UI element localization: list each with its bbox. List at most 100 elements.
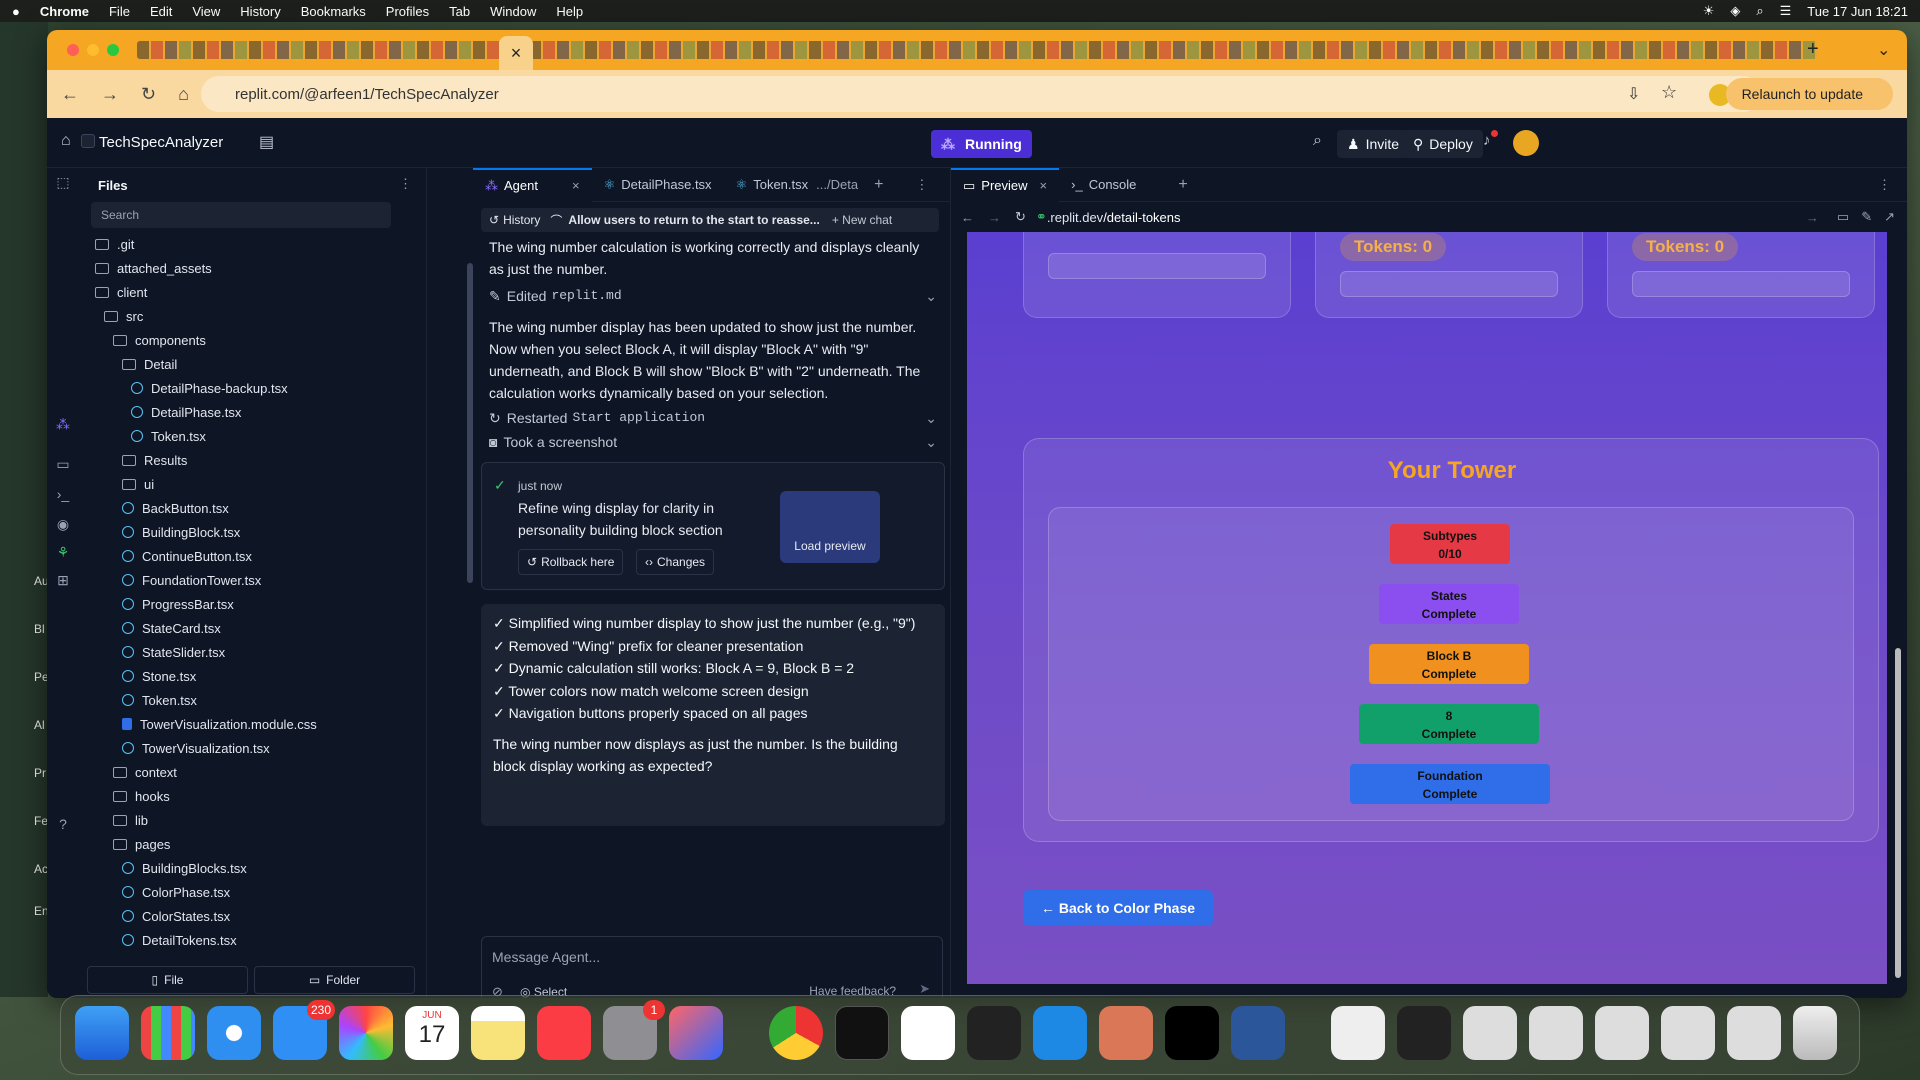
rollback-button[interactable]: ↺ Rollback here xyxy=(518,549,624,575)
new-tab-icon[interactable]: ⬚ xyxy=(53,174,73,194)
safari-icon[interactable] xyxy=(207,1006,261,1060)
status-search-icon[interactable]: ⌕ xyxy=(1756,3,1763,19)
add-tab-icon[interactable]: + xyxy=(1178,176,1187,194)
terminal-icon[interactable] xyxy=(835,1006,889,1060)
menu-edit[interactable]: Edit xyxy=(150,4,172,19)
tab-search-chevron-icon[interactable]: ⌄ xyxy=(1877,40,1890,60)
load-preview-button[interactable]: Load preview xyxy=(780,491,880,563)
project-name[interactable]: TechSpecAnalyzer xyxy=(99,134,223,151)
event-restarted[interactable]: ↻ Restarted Start application ⌄ xyxy=(481,406,945,430)
file-tree-item[interactable]: lib xyxy=(79,808,415,832)
minimized-window-thumb[interactable] xyxy=(1661,1006,1715,1060)
file-tree-item[interactable]: .git xyxy=(79,232,415,256)
close-window-button[interactable] xyxy=(67,44,79,56)
file-tree-item[interactable]: attached_assets xyxy=(79,256,415,280)
console-icon[interactable]: ›_ xyxy=(53,486,73,506)
file-tree-item[interactable]: pages xyxy=(79,832,415,856)
calendar-icon[interactable]: JUN 17 xyxy=(405,1006,459,1060)
file-tree-item[interactable]: StateCard.tsx xyxy=(79,616,415,640)
agent-icon[interactable]: ⁂ xyxy=(53,416,73,436)
mail-icon[interactable]: 230 xyxy=(273,1000,335,1060)
status-wifi-icon[interactable]: ◈ xyxy=(1730,3,1740,19)
notes-icon[interactable] xyxy=(471,1006,525,1060)
notifications-bell-icon[interactable]: ♪ xyxy=(1483,132,1491,149)
apple-menu-icon[interactable]: ● xyxy=(12,4,20,19)
zoom-window-button[interactable] xyxy=(107,44,119,56)
file-tree-item[interactable]: ui xyxy=(79,472,415,496)
minimized-window-thumb[interactable] xyxy=(1727,1006,1781,1060)
token-input[interactable] xyxy=(1340,271,1558,297)
file-tree-item[interactable]: Stone.tsx xyxy=(79,664,415,688)
file-tree-item[interactable]: StateSlider.tsx xyxy=(79,640,415,664)
cursor-icon[interactable] xyxy=(967,1006,1021,1060)
home-icon[interactable]: ⌂ xyxy=(61,132,71,150)
minimized-window-thumb[interactable] xyxy=(1529,1006,1583,1060)
minimized-window-thumb[interactable] xyxy=(1595,1006,1649,1060)
menu-view[interactable]: View xyxy=(192,4,220,19)
minimize-window-button[interactable] xyxy=(87,44,99,56)
file-tree-item[interactable]: hooks xyxy=(79,784,415,808)
devtools-icon[interactable]: ✎ xyxy=(1861,209,1872,225)
open-new-tab-icon[interactable]: ↗ xyxy=(1884,209,1895,225)
word-icon[interactable] xyxy=(1231,1006,1285,1060)
menu-history[interactable]: History xyxy=(240,4,280,19)
tabs-menu-icon[interactable]: ⋮ xyxy=(915,177,928,193)
add-tab-icon[interactable]: + xyxy=(874,176,883,194)
install-app-icon[interactable]: ⇩ xyxy=(1627,84,1640,104)
file-tree-item[interactable]: Token.tsx xyxy=(79,688,415,712)
pinned-tab-favicons[interactable] xyxy=(137,41,1817,59)
minimized-window-thumb[interactable] xyxy=(1463,1006,1517,1060)
tab-agent[interactable]: ⁂ Agent × xyxy=(473,167,592,202)
preview-scrollbar[interactable] xyxy=(1895,648,1901,978)
close-icon[interactable]: × xyxy=(572,178,580,193)
file-tree-item[interactable]: Detail xyxy=(79,352,415,376)
tabs-menu-icon[interactable]: ⋮ xyxy=(1878,177,1891,193)
file-tree-item[interactable]: context xyxy=(79,760,415,784)
reload-icon[interactable]: ↻ xyxy=(1015,209,1026,225)
menu-window[interactable]: Window xyxy=(490,4,536,19)
changes-button[interactable]: ‹› Changes xyxy=(636,549,715,575)
file-tree-item[interactable]: components xyxy=(79,328,415,352)
preview-url-field[interactable]: .replit.dev/detail-tokens xyxy=(1047,210,1181,225)
invite-button[interactable]: ♟ Invite xyxy=(1337,130,1410,158)
file-tree-item[interactable]: DetailPhase-backup.tsx xyxy=(79,376,415,400)
status-sun-icon[interactable]: ☀ xyxy=(1703,3,1715,19)
trash-icon[interactable] xyxy=(1793,1006,1837,1060)
search-icon[interactable]: ⌕ xyxy=(1313,132,1322,150)
event-screenshot[interactable]: ◙ Took a screenshot ⌄ xyxy=(481,430,945,454)
home-icon[interactable]: ⌂ xyxy=(178,84,189,105)
menu-chrome[interactable]: Chrome xyxy=(40,4,89,19)
event-edited[interactable]: ✎ Edited replit.md ⌄ xyxy=(481,284,945,308)
tab-detailphase[interactable]: ⚛ DetailPhase.tsx xyxy=(592,168,724,202)
file-tree-item[interactable]: BackButton.tsx xyxy=(79,496,415,520)
file-tree-item[interactable]: ColorPhase.tsx xyxy=(79,880,415,904)
thread-title[interactable]: Allow users to return to the start to re… xyxy=(568,213,819,227)
deploy-button[interactable]: ⚲ Deploy xyxy=(1403,130,1483,158)
preview-icon[interactable]: ▭ xyxy=(53,456,73,476)
file-tree-item[interactable]: TowerVisualization.module.css xyxy=(79,712,415,736)
file-tree-item[interactable]: DetailTokens.tsx xyxy=(79,928,415,950)
new-chat-button[interactable]: + New chat xyxy=(832,213,892,227)
back-arrow-icon[interactable]: ← xyxy=(961,210,974,225)
menubar-clock[interactable]: Tue 17 Jun 18:21 xyxy=(1807,4,1908,19)
menu-profiles[interactable]: Profiles xyxy=(386,4,429,19)
files-menu-icon[interactable]: ⋮ xyxy=(399,176,412,192)
vscode-icon[interactable] xyxy=(1033,1006,1087,1060)
forward-arrow-icon[interactable]: → xyxy=(101,84,119,105)
chrome-icon[interactable] xyxy=(769,1006,823,1060)
file-tree-item[interactable]: BuildingBlock.tsx xyxy=(79,520,415,544)
back-to-color-phase-button[interactable]: ← Back to Color Phase xyxy=(1023,890,1213,926)
panel-toggle-icon[interactable]: ▤ xyxy=(259,132,274,152)
all-tools-icon[interactable]: ⊞ xyxy=(53,572,73,592)
reload-icon[interactable]: ↻ xyxy=(141,84,156,105)
bookmark-star-icon[interactable]: ☆ xyxy=(1661,82,1677,103)
file-tree-item[interactable]: DetailPhase.tsx xyxy=(79,400,415,424)
git-icon[interactable]: ⚘ xyxy=(53,544,73,564)
menu-bookmarks[interactable]: Bookmarks xyxy=(301,4,366,19)
back-arrow-icon[interactable]: ← xyxy=(61,84,79,105)
forward-arrow-icon[interactable]: → xyxy=(988,210,1001,225)
user-avatar[interactable] xyxy=(1513,130,1539,156)
relaunch-button[interactable]: Relaunch to update xyxy=(1725,78,1893,110)
file-tree-item[interactable]: Results xyxy=(79,448,415,472)
claude-icon[interactable] xyxy=(1099,1006,1153,1060)
